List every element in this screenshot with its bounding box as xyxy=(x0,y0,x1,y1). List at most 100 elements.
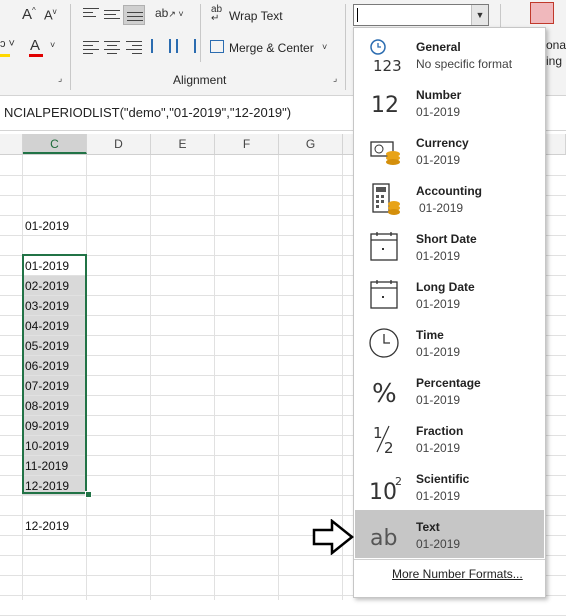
conditional-formatting-icon[interactable] xyxy=(530,2,554,24)
svg-text:ab: ab xyxy=(370,526,397,551)
align-left-icon[interactable] xyxy=(83,41,99,54)
format-option-sample: 01-2019 xyxy=(416,105,461,119)
format-option-sample: 01-2019 xyxy=(416,249,461,263)
format-option-name: Accounting xyxy=(416,184,482,198)
chevron-down-icon[interactable]: ˅ xyxy=(322,42,327,52)
format-option-name: Currency xyxy=(416,136,469,150)
percent-icon: % xyxy=(367,374,403,409)
format-option-text[interactable]: ab Text 01-2019 xyxy=(355,510,544,558)
chevron-down-icon[interactable]: ˅ xyxy=(50,40,55,50)
svg-text:1: 1 xyxy=(373,424,383,442)
chevron-down-icon[interactable]: ▼ xyxy=(471,5,488,25)
svg-text:2: 2 xyxy=(384,439,394,456)
format-option-name: General xyxy=(416,40,461,54)
currency-icon xyxy=(367,134,403,168)
menu-divider xyxy=(354,559,545,560)
format-option-sample: 01-2019 xyxy=(416,489,461,503)
format-option-name: Percentage xyxy=(416,376,481,390)
merge-center-icon xyxy=(210,40,224,53)
long-date-calendar-icon xyxy=(367,278,403,312)
format-option-accounting[interactable]: Accounting 01-2019 xyxy=(355,174,544,222)
fill-handle[interactable] xyxy=(85,491,92,498)
column-header-d[interactable]: D xyxy=(87,134,151,154)
outdent-icon[interactable] xyxy=(176,39,196,53)
format-option-short-date[interactable]: Short Date 01-2019 xyxy=(355,222,544,270)
format-as-table-label-fragment: ing xyxy=(546,54,563,68)
ribbon-divider xyxy=(200,4,201,62)
format-option-fraction[interactable]: 12 Fraction 01-2019 xyxy=(355,414,544,462)
text-ab-icon: ab xyxy=(367,518,403,552)
merge-center-button[interactable]: Merge & Center xyxy=(229,41,314,55)
format-option-sample: 01-2019 xyxy=(419,201,464,215)
cell-c-header[interactable]: 01-2019 xyxy=(22,216,87,235)
wrap-text-button[interactable]: Wrap Text xyxy=(229,9,283,23)
font-color-button[interactable]: A xyxy=(30,37,40,54)
dialog-launcher-icon[interactable]: ⌟ xyxy=(333,73,337,84)
format-option-name: Number xyxy=(416,88,462,102)
format-option-name: Text xyxy=(416,520,440,534)
format-option-name: Time xyxy=(416,328,444,342)
align-center-icon[interactable] xyxy=(104,41,120,54)
format-option-name: Long Date xyxy=(416,280,475,294)
text-cursor xyxy=(357,8,358,22)
wrap-text-icon: ab ↵ xyxy=(211,4,223,24)
align-right-icon[interactable] xyxy=(126,41,142,54)
format-option-number[interactable]: 12 Number 01-2019 xyxy=(355,78,544,126)
column-header-c[interactable]: C xyxy=(23,134,87,154)
number-format-dropdown: 123 General No specific format 12 Number… xyxy=(353,27,546,598)
format-option-sample: 01-2019 xyxy=(416,393,461,407)
column-header-f[interactable]: F xyxy=(215,134,279,154)
clock-icon xyxy=(367,326,403,360)
top-align-icon[interactable] xyxy=(83,8,99,20)
alignment-group-label: Alignment xyxy=(173,73,227,87)
fill-color-swatch xyxy=(0,54,10,57)
svg-text:10: 10 xyxy=(369,480,397,504)
general-123-icon: 123 xyxy=(367,38,403,75)
format-option-general[interactable]: 123 General No specific format xyxy=(355,30,544,78)
svg-text:2: 2 xyxy=(395,475,402,488)
selection-range-border xyxy=(22,254,87,494)
format-option-sample: 01-2019 xyxy=(416,153,461,167)
format-option-name: Short Date xyxy=(416,232,477,246)
format-option-name: Fraction xyxy=(416,424,464,438)
svg-text:12: 12 xyxy=(371,93,399,118)
row-header-corner[interactable] xyxy=(0,134,23,154)
grid-line xyxy=(278,155,279,600)
formula-bar-text: NCIALPERIODLIST("demo","01-2019","12-201… xyxy=(4,105,292,120)
indent-icon[interactable] xyxy=(151,39,171,53)
format-option-sample: 01-2019 xyxy=(416,345,461,359)
middle-align-icon[interactable] xyxy=(104,10,120,22)
accounting-icon xyxy=(367,182,403,216)
format-option-percentage[interactable]: % Percentage 01-2019 xyxy=(355,366,544,414)
increase-font-size-button[interactable]: A^ xyxy=(22,6,36,23)
format-option-time[interactable]: Time 01-2019 xyxy=(355,318,544,366)
ribbon-divider xyxy=(70,4,71,90)
ribbon-divider xyxy=(345,4,346,90)
grid-line xyxy=(214,155,215,600)
format-option-sample: 01-2019 xyxy=(416,537,461,551)
format-option-currency[interactable]: Currency 01-2019 xyxy=(355,126,544,174)
number-12-icon: 12 xyxy=(367,86,403,120)
fill-color-icon[interactable]: ɔ ˅ xyxy=(0,38,15,50)
format-option-sample: 01-2019 xyxy=(416,441,461,455)
decrease-font-size-button[interactable]: Av xyxy=(44,7,57,22)
svg-text:123: 123 xyxy=(373,57,402,72)
format-option-long-date[interactable]: Long Date 01-2019 xyxy=(355,270,544,318)
number-format-combo[interactable]: ▼ xyxy=(353,4,489,26)
pointer-arrow-icon xyxy=(312,518,355,556)
more-number-formats-link[interactable]: More Number Formats... xyxy=(392,567,523,581)
bottom-align-icon[interactable] xyxy=(123,5,145,25)
cell-c-footer[interactable]: 12-2019 xyxy=(22,516,87,535)
column-header-g[interactable]: G xyxy=(279,134,343,154)
conditional-formatting-label-fragment: ona xyxy=(546,38,566,52)
format-option-sample: 01-2019 xyxy=(416,297,461,311)
grid-line xyxy=(150,155,151,600)
font-color-swatch xyxy=(29,54,43,57)
format-option-scientific[interactable]: 10 2 Scientific 01-2019 xyxy=(355,462,544,510)
fraction-icon: 12 xyxy=(367,422,403,457)
svg-text:%: % xyxy=(372,379,397,408)
column-header-e[interactable]: E xyxy=(151,134,215,154)
scientific-icon: 10 2 xyxy=(367,470,403,505)
orientation-icon[interactable]: ab↗ ˅ xyxy=(155,6,184,20)
dialog-launcher-icon[interactable]: ⌟ xyxy=(58,73,62,84)
